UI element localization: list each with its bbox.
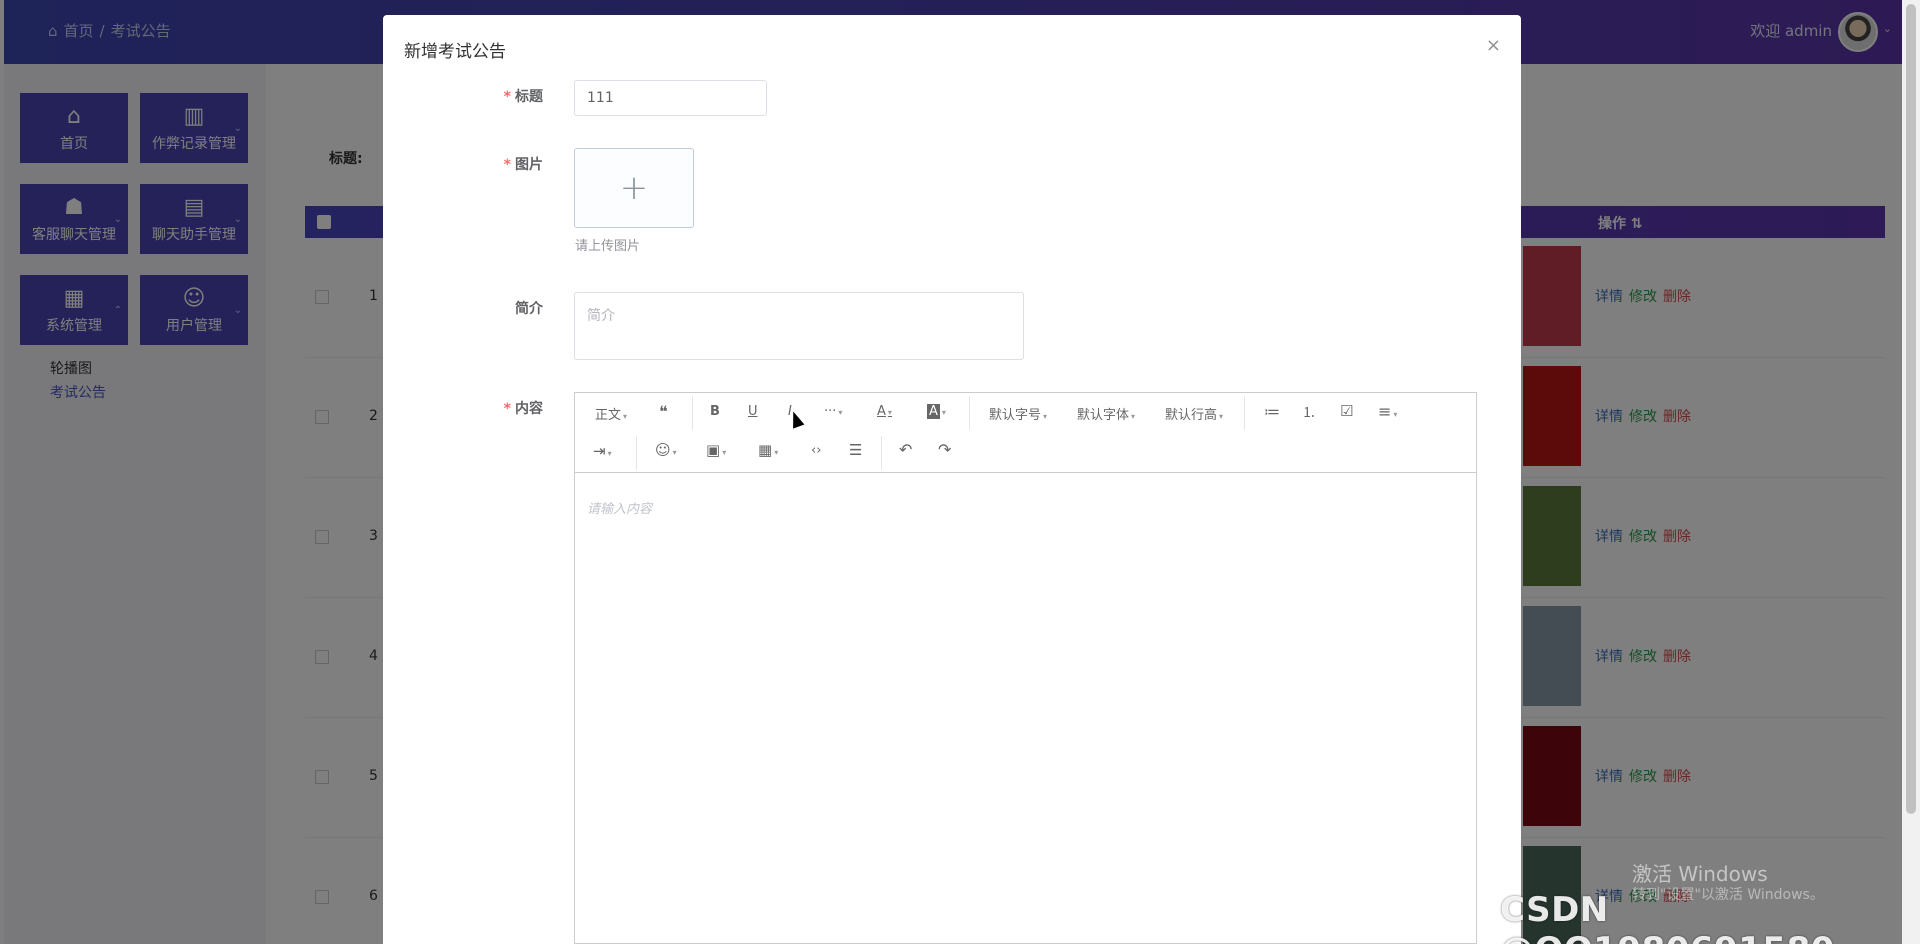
image-label: * 图片 [503, 157, 543, 173]
plus-icon: + [619, 168, 649, 208]
redo-icon[interactable]: ↷ [938, 440, 951, 459]
upload-tip: 请上传图片 [575, 239, 641, 254]
line-height-select[interactable]: 默认行高 ▾ [1165, 404, 1223, 423]
paragraph-style-select[interactable]: 正文 ▾ [595, 404, 627, 423]
dialog-title: 新增考试公告 [404, 42, 506, 62]
image-icon[interactable]: ▣ ▾ [706, 441, 726, 459]
quote-icon[interactable]: ❝ [659, 402, 668, 421]
intro-label: 简介 [515, 301, 543, 317]
title-input[interactable] [574, 80, 767, 116]
title-label: * 标题 [503, 89, 543, 105]
content-label: * 内容 [503, 401, 543, 417]
editor-placeholder: 请输入内容 [587, 502, 653, 517]
numbered-list-icon[interactable]: ⒈ [1302, 402, 1316, 422]
close-icon[interactable]: × [1486, 35, 1501, 56]
font-color-icon[interactable]: A ▾ [877, 404, 892, 419]
font-family-select[interactable]: 默认字体 ▾ [1077, 404, 1135, 423]
more-styles-icon[interactable]: ··· ▾ [824, 404, 842, 419]
indent-icon[interactable]: ⇥ ▾ [593, 442, 612, 460]
windows-activation-watermark: 激活 Windows [1632, 862, 1768, 886]
page-scrollbar[interactable] [1902, 0, 1920, 944]
scrollbar-thumb[interactable] [1906, 4, 1916, 814]
csdn-watermark: CSDN @QQ1980691580 [1500, 890, 1834, 944]
emoji-icon[interactable]: ☺ ▾ [655, 441, 677, 459]
todo-list-icon[interactable]: ☑ [1340, 402, 1353, 420]
editor-toolbar: 正文 ▾ ❝ B U I ··· ▾ A ▾ A ▾ 默认字号 ▾ 默认字体 ▾ 默认行高 ▾… [575, 393, 1476, 473]
divider-icon[interactable]: ☰ [849, 441, 862, 459]
table-icon[interactable]: ▦ ▾ [758, 441, 778, 459]
align-icon[interactable]: ≡ ▾ [1378, 402, 1397, 421]
image-upload-button[interactable]: + [574, 148, 694, 228]
code-icon[interactable]: ‹› [811, 443, 821, 458]
intro-textarea[interactable] [574, 292, 1024, 360]
background-color-icon[interactable]: A ▾ [927, 404, 946, 419]
bold-icon[interactable]: B [710, 404, 720, 419]
underline-icon[interactable]: U [748, 404, 758, 419]
rich-text-editor[interactable]: 正文 ▾ ❝ B U I ··· ▾ A ▾ A ▾ 默认字号 ▾ 默认字体 ▾ 默认行高 ▾… [574, 392, 1477, 944]
font-size-select[interactable]: 默认字号 ▾ [989, 404, 1047, 423]
undo-icon[interactable]: ↶ [899, 440, 912, 459]
bullet-list-icon[interactable]: ≔ [1264, 402, 1280, 421]
add-exam-notice-dialog: 新增考试公告 × *标题 *图片 + 请上传图片 简介 *内容 正文▾ ❝ B … [383, 15, 1521, 944]
